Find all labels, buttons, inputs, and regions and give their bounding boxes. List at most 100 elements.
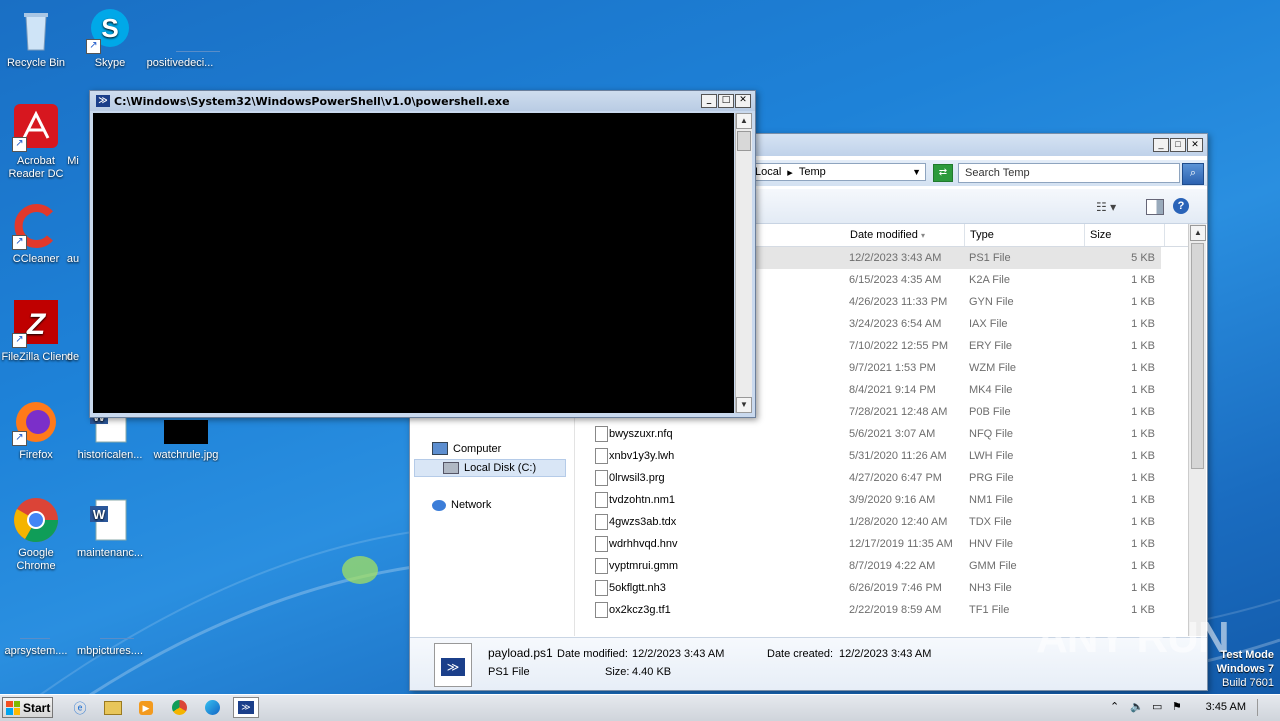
column-type[interactable]: Type — [965, 224, 1085, 246]
file-icon — [63, 202, 83, 250]
powershell-titlebar[interactable]: ≫ C:\Windows\System32\WindowsPowerShell\… — [90, 91, 755, 111]
show-desktop-button[interactable] — [1257, 699, 1276, 716]
edge-icon[interactable] — [199, 697, 225, 718]
file-name: tvdzohtn.nm1 — [609, 494, 676, 506]
details-modified-label: Date modified: — [557, 648, 628, 660]
show-hidden-icons-icon[interactable]: ⌃ — [1110, 700, 1119, 713]
file-icon — [595, 558, 608, 574]
details-created-label: Date created: — [767, 648, 834, 660]
firefox-icon: ↗ — [12, 398, 60, 446]
breadcrumb-local[interactable]: Local — [755, 166, 781, 178]
column-size[interactable]: Size — [1085, 224, 1165, 246]
desktop-icon-mbpictures[interactable]: mbpictures.... — [74, 594, 146, 658]
explorer-icon[interactable] — [100, 697, 126, 718]
file-type: TF1 File — [969, 604, 1010, 616]
view-options-icon[interactable]: ☷ ▾ — [1096, 200, 1116, 214]
network-tray-icon[interactable]: ▭ — [1152, 700, 1162, 713]
file-date: 2/22/2019 8:59 AM — [849, 604, 942, 616]
refresh-icon[interactable]: ⇄ — [933, 164, 953, 182]
scroll-down-icon[interactable]: ▼ — [736, 397, 752, 413]
breadcrumb[interactable]: Local ▸ Temp ▼ — [750, 163, 926, 181]
media-player-icon[interactable]: ▶ — [133, 697, 159, 718]
column-date-modified[interactable]: Date modified ▾ — [845, 224, 965, 246]
scroll-thumb[interactable] — [1191, 243, 1204, 469]
file-date: 7/28/2021 12:48 AM — [849, 406, 948, 418]
file-date: 8/4/2021 9:14 PM — [849, 384, 936, 396]
file-list-scrollbar[interactable]: ▲ — [1188, 224, 1206, 636]
file-type: TDX File — [969, 516, 1012, 528]
file-size: 1 KB — [1131, 538, 1155, 550]
file-date: 1/28/2020 12:40 AM — [849, 516, 948, 528]
search-icon[interactable]: ⌕ — [1182, 163, 1204, 185]
minimize-button[interactable]: _ — [701, 94, 717, 108]
file-type: NFQ File — [969, 428, 1013, 440]
file-row[interactable]: vyptmrui.gmm 8/7/2019 4:22 AM GMM File 1 KB — [575, 555, 1161, 577]
file-type: LWH File — [969, 450, 1014, 462]
action-center-flag-icon[interactable]: ⚑ — [1172, 700, 1182, 713]
file-icon — [12, 594, 60, 642]
file-type: P0B File — [969, 406, 1011, 418]
desktop-icon-aprsystem[interactable]: aprsystem.... — [0, 594, 72, 658]
chrome-icon — [12, 496, 60, 544]
powershell-window: ≫ C:\Windows\System32\WindowsPowerShell\… — [89, 90, 756, 418]
help-icon[interactable]: ? — [1173, 198, 1189, 214]
nav-item-local-disk[interactable]: Local Disk (C:) — [414, 459, 566, 477]
computer-icon — [432, 442, 448, 455]
file-row[interactable]: wdrhhvqd.hnv 12/17/2019 11:35 AM HNV File 1… — [575, 533, 1161, 555]
file-row[interactable]: tvdzohtn.nm1 3/9/2020 9:16 AM NM1 File 1 KB — [575, 489, 1161, 511]
chevron-down-icon[interactable]: ▼ — [912, 167, 921, 177]
file-name: ox2kcz3g.tf1 — [609, 604, 671, 616]
desktop-icon-maintenanc[interactable]: W maintenanc... — [74, 496, 146, 560]
file-date: 3/9/2020 9:16 AM — [849, 494, 936, 506]
volume-icon[interactable]: 🔈 — [1130, 700, 1144, 713]
breadcrumb-temp[interactable]: Temp — [799, 166, 826, 178]
maximize-button[interactable]: □ — [718, 94, 734, 108]
file-row[interactable]: xnbv1y3y.lwh 5/31/2020 11:26 AM LWH File 1 … — [575, 445, 1161, 467]
file-row[interactable]: 0lrwsil3.prg 4/27/2020 6:47 PM PRG File 1 K… — [575, 467, 1161, 489]
details-modified-value: 12/2/2023 3:43 AM — [632, 648, 725, 660]
desktop-icon-firefox[interactable]: ↗ Firefox — [0, 398, 72, 462]
ie-icon[interactable]: ⓔ — [67, 697, 93, 718]
file-size: 1 KB — [1131, 340, 1155, 352]
file-type: GMM File — [969, 560, 1017, 572]
powershell-taskbar-button[interactable]: ≫ — [233, 697, 259, 718]
desktop-icon-chrome[interactable]: Google Chrome — [0, 496, 72, 573]
file-type: PRG File — [969, 472, 1014, 484]
chrome-taskbar-icon[interactable] — [166, 697, 192, 718]
scroll-thumb[interactable] — [737, 131, 751, 151]
nav-item-network[interactable]: Network — [432, 499, 491, 511]
start-button[interactable]: Start — [2, 697, 53, 718]
file-row[interactable]: 5okflgtt.nh3 6/26/2019 7:46 PM NH3 File 1 K… — [575, 577, 1161, 599]
file-icon — [595, 426, 608, 442]
desktop-icon-au[interactable]: au — [58, 202, 88, 266]
close-button[interactable]: ✕ — [735, 94, 751, 108]
desktop-icon-de[interactable]: de — [58, 300, 88, 364]
minimize-button[interactable]: _ — [1153, 138, 1169, 152]
nav-item-computer[interactable]: Computer — [432, 442, 501, 455]
file-icon — [595, 536, 608, 552]
search-input[interactable]: Search Temp — [958, 163, 1180, 183]
desktop-icon-recycle-bin[interactable]: Recycle Bin — [0, 6, 72, 70]
file-icon — [63, 104, 83, 152]
file-size: 1 KB — [1131, 450, 1155, 462]
file-icon — [595, 602, 608, 618]
scroll-up-icon[interactable]: ▲ — [736, 113, 752, 129]
file-row[interactable]: bwyszuxr.nfq 5/6/2021 3:07 AM NFQ File 1 KB — [575, 423, 1161, 445]
details-size-value: 4.40 KB — [632, 666, 672, 678]
console-scrollbar[interactable]: ▲ ▼ — [735, 113, 752, 413]
desktop-icon-skype[interactable]: S ↗ Skype — [74, 6, 146, 70]
maximize-button[interactable]: □ — [1170, 138, 1186, 152]
console-output[interactable] — [93, 113, 734, 413]
preview-pane-icon[interactable] — [1146, 199, 1164, 215]
desktop-icon-positivedeci[interactable]: positivedeci... — [144, 6, 220, 70]
file-size: 1 KB — [1131, 472, 1155, 484]
file-name: wdrhhvqd.hnv — [609, 538, 678, 550]
file-size: 1 KB — [1131, 560, 1155, 572]
file-row[interactable]: 4gwzs3ab.tdx 1/28/2020 12:40 AM TDX File 1 … — [575, 511, 1161, 533]
file-type: GYN File — [969, 296, 1014, 308]
clock[interactable]: 3:45 AM — [1206, 701, 1246, 713]
sort-chevron-icon: ▾ — [920, 231, 925, 240]
close-button[interactable]: ✕ — [1187, 138, 1203, 152]
desktop-icon-mi[interactable]: Mi — [58, 104, 88, 168]
file-date: 6/15/2023 4:35 AM — [849, 274, 942, 286]
